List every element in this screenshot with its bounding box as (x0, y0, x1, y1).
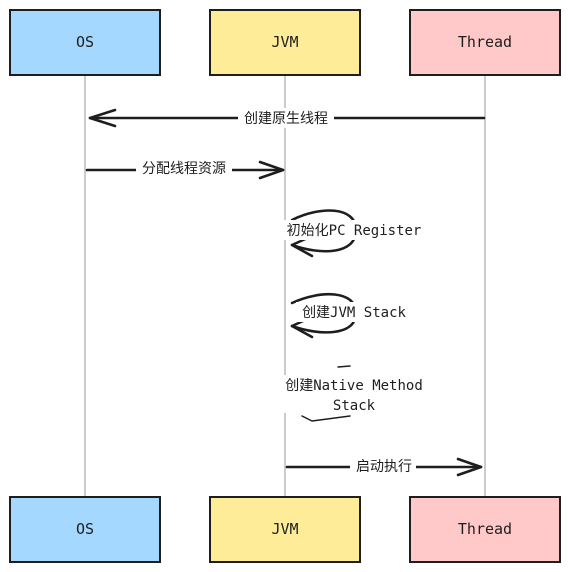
message-label: 分配线程资源 (142, 161, 226, 177)
os-label-bottom: OS (76, 520, 94, 538)
jvm-box-top: JVM (209, 9, 361, 76)
message-start-execution: 启动执行 (285, 456, 483, 477)
self-loop-return (301, 415, 351, 422)
message-label: 创建JVM Stack (302, 305, 406, 321)
jvm-label-bottom: JVM (271, 520, 298, 538)
message-label: 启动执行 (356, 459, 412, 475)
jvm-label-top: JVM (271, 33, 298, 51)
message-create-jvm-stack: 创建JVM Stack (290, 292, 412, 339)
thread-label-bottom: Thread (458, 520, 512, 538)
message-allocate-thread-resources: 分配线程资源 (85, 158, 285, 180)
os-label-top: OS (76, 33, 94, 51)
jvm-box-bottom: JVM (209, 496, 361, 563)
message-label-line1: 创建Native Method (285, 378, 423, 394)
message-create-native-thread: 创建原生线程 (88, 108, 486, 128)
thread-box-bottom: Thread (409, 496, 561, 563)
os-box-bottom: OS (9, 496, 161, 563)
sequence-diagram: OS JVM Thread 创建原生线程 分配线程资源 初始化PC Regist… (9, 9, 561, 563)
message-label: 初始化PC Register (287, 222, 422, 239)
message-init-pc-register: 初始化PC Register (284, 209, 424, 258)
thread-label-top: Thread (458, 33, 512, 51)
os-box-top: OS (9, 9, 161, 76)
message-label-line2: Stack (333, 398, 376, 414)
thread-box-top: Thread (409, 9, 561, 76)
self-loop-line (337, 365, 351, 368)
message-create-native-method-stack: 创建Native Method Stack (282, 365, 428, 422)
message-label: 创建原生线程 (244, 111, 328, 127)
